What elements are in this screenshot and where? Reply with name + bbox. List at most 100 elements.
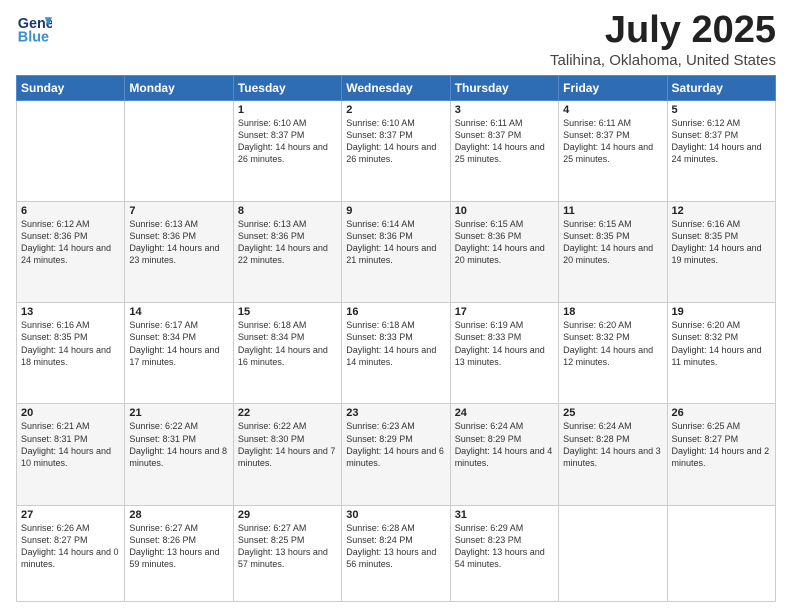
- day-number: 29: [238, 509, 337, 521]
- calendar-week-row: 1Sunrise: 6:10 AM Sunset: 8:37 PM Daylig…: [17, 100, 776, 201]
- table-row: 18Sunrise: 6:20 AM Sunset: 8:32 PM Dayli…: [559, 303, 667, 404]
- cell-content: Sunrise: 6:14 AM Sunset: 8:36 PM Dayligh…: [346, 218, 445, 267]
- day-number: 6: [21, 205, 120, 217]
- table-row: 20Sunrise: 6:21 AM Sunset: 8:31 PM Dayli…: [17, 404, 125, 505]
- col-friday: Friday: [559, 75, 667, 100]
- table-row: 13Sunrise: 6:16 AM Sunset: 8:35 PM Dayli…: [17, 303, 125, 404]
- table-row: 8Sunrise: 6:13 AM Sunset: 8:36 PM Daylig…: [233, 202, 341, 303]
- calendar-header-row: Sunday Monday Tuesday Wednesday Thursday…: [17, 75, 776, 100]
- table-row: 7Sunrise: 6:13 AM Sunset: 8:36 PM Daylig…: [125, 202, 233, 303]
- calendar-week-row: 6Sunrise: 6:12 AM Sunset: 8:36 PM Daylig…: [17, 202, 776, 303]
- day-number: 26: [672, 407, 771, 419]
- day-number: 20: [21, 407, 120, 419]
- day-number: 9: [346, 205, 445, 217]
- table-row: 14Sunrise: 6:17 AM Sunset: 8:34 PM Dayli…: [125, 303, 233, 404]
- day-number: 7: [129, 205, 228, 217]
- cell-content: Sunrise: 6:18 AM Sunset: 8:34 PM Dayligh…: [238, 319, 337, 368]
- table-row: 19Sunrise: 6:20 AM Sunset: 8:32 PM Dayli…: [667, 303, 775, 404]
- calendar-week-row: 27Sunrise: 6:26 AM Sunset: 8:27 PM Dayli…: [17, 505, 776, 601]
- cell-content: Sunrise: 6:23 AM Sunset: 8:29 PM Dayligh…: [346, 420, 445, 469]
- table-row: 4Sunrise: 6:11 AM Sunset: 8:37 PM Daylig…: [559, 100, 667, 201]
- calendar-table: Sunday Monday Tuesday Wednesday Thursday…: [16, 75, 776, 602]
- cell-content: Sunrise: 6:24 AM Sunset: 8:28 PM Dayligh…: [563, 420, 662, 469]
- cell-content: Sunrise: 6:12 AM Sunset: 8:36 PM Dayligh…: [21, 218, 120, 267]
- day-number: 18: [563, 306, 662, 318]
- table-row: 24Sunrise: 6:24 AM Sunset: 8:29 PM Dayli…: [450, 404, 558, 505]
- day-number: 22: [238, 407, 337, 419]
- table-row: 28Sunrise: 6:27 AM Sunset: 8:26 PM Dayli…: [125, 505, 233, 601]
- cell-content: Sunrise: 6:15 AM Sunset: 8:36 PM Dayligh…: [455, 218, 554, 267]
- table-row: 27Sunrise: 6:26 AM Sunset: 8:27 PM Dayli…: [17, 505, 125, 601]
- day-number: 15: [238, 306, 337, 318]
- table-row: 25Sunrise: 6:24 AM Sunset: 8:28 PM Dayli…: [559, 404, 667, 505]
- cell-content: Sunrise: 6:12 AM Sunset: 8:37 PM Dayligh…: [672, 117, 771, 166]
- table-row: 21Sunrise: 6:22 AM Sunset: 8:31 PM Dayli…: [125, 404, 233, 505]
- day-number: 3: [455, 104, 554, 116]
- cell-content: Sunrise: 6:20 AM Sunset: 8:32 PM Dayligh…: [563, 319, 662, 368]
- day-number: 16: [346, 306, 445, 318]
- table-row: 6Sunrise: 6:12 AM Sunset: 8:36 PM Daylig…: [17, 202, 125, 303]
- cell-content: Sunrise: 6:13 AM Sunset: 8:36 PM Dayligh…: [129, 218, 228, 267]
- col-wednesday: Wednesday: [342, 75, 450, 100]
- day-number: 11: [563, 205, 662, 217]
- table-row: 5Sunrise: 6:12 AM Sunset: 8:37 PM Daylig…: [667, 100, 775, 201]
- table-row: [17, 100, 125, 201]
- day-number: 2: [346, 104, 445, 116]
- day-number: 21: [129, 407, 228, 419]
- cell-content: Sunrise: 6:21 AM Sunset: 8:31 PM Dayligh…: [21, 420, 120, 469]
- cell-content: Sunrise: 6:27 AM Sunset: 8:25 PM Dayligh…: [238, 522, 337, 571]
- cell-content: Sunrise: 6:18 AM Sunset: 8:33 PM Dayligh…: [346, 319, 445, 368]
- table-row: 9Sunrise: 6:14 AM Sunset: 8:36 PM Daylig…: [342, 202, 450, 303]
- day-number: 13: [21, 306, 120, 318]
- cell-content: Sunrise: 6:26 AM Sunset: 8:27 PM Dayligh…: [21, 522, 120, 571]
- location: Talihina, Oklahoma, United States: [550, 52, 776, 69]
- table-row: 17Sunrise: 6:19 AM Sunset: 8:33 PM Dayli…: [450, 303, 558, 404]
- cell-content: Sunrise: 6:20 AM Sunset: 8:32 PM Dayligh…: [672, 319, 771, 368]
- svg-text:Blue: Blue: [18, 30, 49, 46]
- table-row: 3Sunrise: 6:11 AM Sunset: 8:37 PM Daylig…: [450, 100, 558, 201]
- day-number: 14: [129, 306, 228, 318]
- table-row: 16Sunrise: 6:18 AM Sunset: 8:33 PM Dayli…: [342, 303, 450, 404]
- header: General Blue July 2025 Talihina, Oklahom…: [16, 10, 776, 69]
- table-row: 26Sunrise: 6:25 AM Sunset: 8:27 PM Dayli…: [667, 404, 775, 505]
- logo: General Blue: [16, 10, 52, 46]
- day-number: 30: [346, 509, 445, 521]
- logo-icon: General Blue: [16, 10, 52, 46]
- cell-content: Sunrise: 6:22 AM Sunset: 8:30 PM Dayligh…: [238, 420, 337, 469]
- cell-content: Sunrise: 6:11 AM Sunset: 8:37 PM Dayligh…: [563, 117, 662, 166]
- day-number: 23: [346, 407, 445, 419]
- col-monday: Monday: [125, 75, 233, 100]
- day-number: 24: [455, 407, 554, 419]
- table-row: 30Sunrise: 6:28 AM Sunset: 8:24 PM Dayli…: [342, 505, 450, 601]
- table-row: 2Sunrise: 6:10 AM Sunset: 8:37 PM Daylig…: [342, 100, 450, 201]
- page: General Blue July 2025 Talihina, Oklahom…: [0, 0, 792, 612]
- table-row: [667, 505, 775, 601]
- cell-content: Sunrise: 6:17 AM Sunset: 8:34 PM Dayligh…: [129, 319, 228, 368]
- cell-content: Sunrise: 6:25 AM Sunset: 8:27 PM Dayligh…: [672, 420, 771, 469]
- col-thursday: Thursday: [450, 75, 558, 100]
- table-row: 15Sunrise: 6:18 AM Sunset: 8:34 PM Dayli…: [233, 303, 341, 404]
- cell-content: Sunrise: 6:10 AM Sunset: 8:37 PM Dayligh…: [346, 117, 445, 166]
- day-number: 28: [129, 509, 228, 521]
- title-block: July 2025 Talihina, Oklahoma, United Sta…: [550, 10, 776, 69]
- table-row: 29Sunrise: 6:27 AM Sunset: 8:25 PM Dayli…: [233, 505, 341, 601]
- calendar-week-row: 13Sunrise: 6:16 AM Sunset: 8:35 PM Dayli…: [17, 303, 776, 404]
- col-saturday: Saturday: [667, 75, 775, 100]
- table-row: [125, 100, 233, 201]
- month-title: July 2025: [550, 10, 776, 52]
- day-number: 4: [563, 104, 662, 116]
- cell-content: Sunrise: 6:15 AM Sunset: 8:35 PM Dayligh…: [563, 218, 662, 267]
- cell-content: Sunrise: 6:28 AM Sunset: 8:24 PM Dayligh…: [346, 522, 445, 571]
- cell-content: Sunrise: 6:27 AM Sunset: 8:26 PM Dayligh…: [129, 522, 228, 571]
- cell-content: Sunrise: 6:29 AM Sunset: 8:23 PM Dayligh…: [455, 522, 554, 571]
- day-number: 27: [21, 509, 120, 521]
- day-number: 5: [672, 104, 771, 116]
- table-row: 10Sunrise: 6:15 AM Sunset: 8:36 PM Dayli…: [450, 202, 558, 303]
- day-number: 17: [455, 306, 554, 318]
- day-number: 10: [455, 205, 554, 217]
- table-row: 1Sunrise: 6:10 AM Sunset: 8:37 PM Daylig…: [233, 100, 341, 201]
- day-number: 31: [455, 509, 554, 521]
- table-row: [559, 505, 667, 601]
- day-number: 8: [238, 205, 337, 217]
- cell-content: Sunrise: 6:13 AM Sunset: 8:36 PM Dayligh…: [238, 218, 337, 267]
